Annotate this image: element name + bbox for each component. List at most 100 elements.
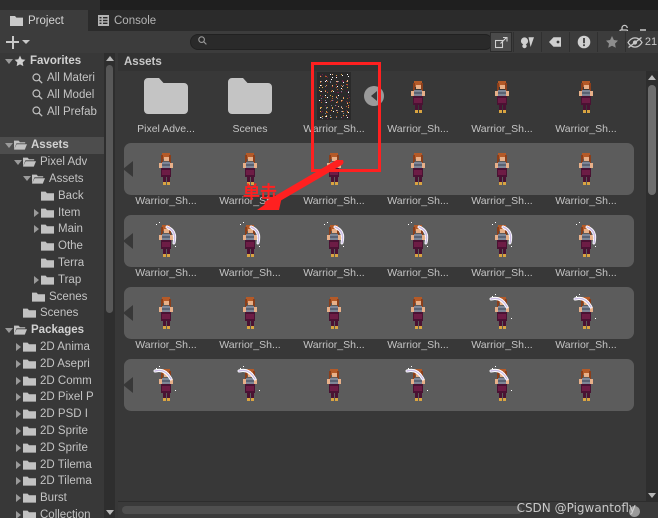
asset-item[interactable]: Warrior_Sh... xyxy=(292,215,376,287)
breadcrumb[interactable]: Assets xyxy=(118,53,658,71)
asset-item[interactable]: Warrior_Sh... xyxy=(376,71,460,143)
chevron-down-icon[interactable] xyxy=(4,58,14,64)
asset-item[interactable]: Warrior_Sh... xyxy=(460,71,544,143)
asset-item[interactable]: Scenes xyxy=(208,71,292,143)
folder-icon xyxy=(41,224,54,234)
sidebar-item-2d-anima[interactable]: 2D Anima xyxy=(0,339,110,356)
sidebar-item-scenes[interactable]: Scenes xyxy=(0,305,110,322)
sidebar-item-2d-tilema[interactable]: 2D Tilema xyxy=(0,473,110,490)
sidebar-item-2d-comm[interactable]: 2D Comm xyxy=(0,372,110,389)
scroll-up-arrow[interactable] xyxy=(104,53,115,64)
sidebar-item-trap[interactable]: Trap xyxy=(0,271,110,288)
asset-item[interactable] xyxy=(124,359,208,431)
search-input[interactable] xyxy=(211,36,485,48)
chevron-right-icon[interactable] xyxy=(13,376,23,385)
tab-console[interactable]: Console xyxy=(88,10,182,31)
chevron-right-icon[interactable] xyxy=(13,342,23,351)
asset-item[interactable]: Warrior_Sh... xyxy=(544,71,628,143)
chevron-right-icon[interactable] xyxy=(31,225,41,234)
grid-scroll-up-arrow[interactable] xyxy=(646,71,658,83)
asset-item[interactable] xyxy=(292,359,376,431)
chevron-right-icon[interactable] xyxy=(13,426,23,435)
sidebar-item-othe[interactable]: Othe xyxy=(0,238,110,255)
label-filter-icon[interactable] xyxy=(541,32,569,52)
sidebar-item-2d-tilema[interactable]: 2D Tilema xyxy=(0,456,110,473)
chevron-right-icon[interactable] xyxy=(13,359,23,368)
sidebar-item-all-materi[interactable]: All Materi xyxy=(0,70,110,87)
asset-item[interactable]: Warrior_Sh... xyxy=(544,143,628,215)
warning-filter-icon[interactable] xyxy=(569,32,597,52)
asset-item[interactable] xyxy=(460,359,544,431)
sidebar-item-item[interactable]: Item xyxy=(0,204,110,221)
asset-item[interactable]: Warrior_Sh... xyxy=(376,215,460,287)
asset-item[interactable]: Warrior_Sh... xyxy=(460,215,544,287)
chevron-right-icon[interactable] xyxy=(13,494,23,503)
asset-item[interactable]: Warrior_Sh... xyxy=(208,287,292,359)
sidebar-item-all-prefab[interactable]: All Prefab xyxy=(0,103,110,120)
asset-item[interactable] xyxy=(208,359,292,431)
chevron-right-icon[interactable] xyxy=(13,410,23,419)
tree-vertical-scrollbar[interactable] xyxy=(104,53,115,518)
sidebar-item-burst[interactable]: Burst xyxy=(0,490,110,507)
search-icon xyxy=(198,36,207,48)
chevron-right-icon[interactable] xyxy=(13,443,23,452)
asset-item-label: Warrior_Sh... xyxy=(135,195,197,207)
sidebar-item-2d-asepr[interactable]: 2D Aseprі xyxy=(0,355,110,372)
sidebar-item-2d-pixel-p[interactable]: 2D Pixel P xyxy=(0,389,110,406)
material-filter-icon[interactable] xyxy=(513,32,541,52)
asset-item[interactable] xyxy=(376,359,460,431)
tab-project[interactable]: Project xyxy=(0,10,88,31)
asset-item[interactable]: Pixel Adve... xyxy=(124,71,208,143)
sidebar-item-favorites[interactable]: Favorites xyxy=(0,53,110,70)
sidebar-item-all-model[interactable]: All Model xyxy=(0,87,110,104)
sidebar-item-packages[interactable]: Packages xyxy=(0,322,110,339)
asset-item[interactable]: Warrior_Sh... xyxy=(124,215,208,287)
chevron-down-icon[interactable] xyxy=(13,159,23,165)
folder-icon xyxy=(23,443,36,453)
asset-item[interactable]: Warrior_Sh... xyxy=(376,143,460,215)
asset-item[interactable]: Warrior_Sh... xyxy=(124,143,208,215)
chevron-down-icon[interactable] xyxy=(4,327,14,333)
sidebar-item-scenes[interactable]: Scenes xyxy=(0,288,110,305)
sidebar-item-assets[interactable]: Assets xyxy=(0,136,110,154)
grid-vertical-scrollbar[interactable] xyxy=(646,71,658,501)
chevron-down-icon[interactable] xyxy=(4,142,14,148)
sidebar-item-2d-sprite[interactable]: 2D Sprite xyxy=(0,423,110,440)
chevron-right-icon[interactable] xyxy=(31,208,41,217)
expand-icon[interactable] xyxy=(490,32,512,52)
asset-grid-scroll[interactable]: Pixel Adve... Scenes Warrior_Sh... Warrior_… xyxy=(118,71,646,501)
scroll-down-arrow[interactable] xyxy=(104,507,115,518)
chevron-down-icon[interactable] xyxy=(22,176,32,182)
scroll-thumb[interactable] xyxy=(106,65,113,313)
asset-item[interactable]: Warrior_Sh... xyxy=(460,143,544,215)
asset-item[interactable]: Warrior_Sh... xyxy=(208,215,292,287)
sidebar-item-assets[interactable]: Assets xyxy=(0,171,110,188)
grid-scroll-thumb[interactable] xyxy=(648,85,656,195)
asset-item[interactable]: Warrior_Sh... xyxy=(460,287,544,359)
sidebar-item-terra[interactable]: Terra xyxy=(0,255,110,272)
sidebar-item-pixel-adv[interactable]: Pixel Adv xyxy=(0,154,110,171)
asset-item[interactable]: Warrior_Sh... xyxy=(292,287,376,359)
sidebar-item-collection[interactable]: Collection xyxy=(0,507,110,518)
hidden-packages-icon[interactable]: 21 xyxy=(625,32,658,52)
asset-item[interactable] xyxy=(544,359,628,431)
chevron-right-icon[interactable] xyxy=(13,510,23,518)
create-asset-button[interactable] xyxy=(6,33,40,51)
zoom-slider[interactable] xyxy=(122,506,522,514)
chevron-right-icon[interactable] xyxy=(13,460,23,469)
search-input-wrapper[interactable] xyxy=(190,34,493,50)
favorite-filter-icon[interactable] xyxy=(597,32,625,52)
sprite-thumbnail xyxy=(292,215,376,265)
sidebar-item-back[interactable]: Back xyxy=(0,187,110,204)
asset-item[interactable]: Warrior_Sh... xyxy=(544,287,628,359)
asset-item[interactable]: Warrior_Sh... xyxy=(124,287,208,359)
chevron-right-icon[interactable] xyxy=(13,477,23,486)
asset-item[interactable]: Warrior_Sh... xyxy=(376,287,460,359)
sidebar-item-2d-psd-i[interactable]: 2D PSD I xyxy=(0,406,110,423)
sidebar-item-2d-sprite[interactable]: 2D Sprite xyxy=(0,439,110,456)
grid-scroll-down-arrow[interactable] xyxy=(646,489,658,501)
chevron-right-icon[interactable] xyxy=(31,275,41,284)
sidebar-item-main[interactable]: Main xyxy=(0,221,110,238)
asset-item[interactable]: Warrior_Sh... xyxy=(544,215,628,287)
chevron-right-icon[interactable] xyxy=(13,393,23,402)
